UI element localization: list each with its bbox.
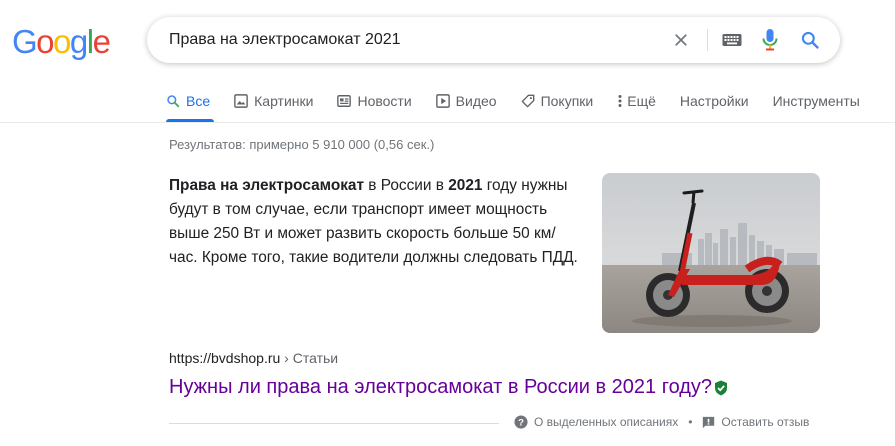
about-featured-snippets-link[interactable]: ? О выделенных описаниях [514,415,678,429]
tab-label: Настройки [679,93,749,109]
tab-label: Все [186,93,211,109]
result-breadcrumb: › Статьи [280,350,339,366]
logo-letter: G [12,23,38,60]
more-vert-icon [618,95,622,107]
feedback-label: Оставить отзыв [721,415,810,429]
featured-snippet-text: Права на электросамокат в России в 2021 … [169,174,579,270]
google-logo[interactable]: Google [12,22,111,62]
tab-video[interactable]: Видео [435,93,497,109]
keyboard-icon [722,34,742,46]
tag-icon [521,94,534,108]
scooter-image [602,173,820,333]
keyboard-button[interactable] [720,28,744,52]
news-icon [337,95,352,107]
logo-letter: o [53,23,71,60]
footer-separator: • [688,415,693,429]
tab-tools[interactable]: Инструменты [773,93,860,109]
tab-label: Инструменты [772,93,860,109]
logo-letter: o [36,23,54,60]
verified-shield-icon [715,380,728,396]
voice-search-button[interactable] [758,28,782,52]
tab-shopping[interactable]: Покупки [521,93,594,109]
video-icon [435,94,450,108]
tab-images[interactable]: Картинки [234,93,313,109]
svg-text:?: ? [518,418,524,429]
image-icon [234,94,248,108]
feedback-link[interactable]: Оставить отзыв [702,415,809,429]
snippet-bold: 2021 [448,177,483,194]
tab-label: Видео [455,93,497,109]
snippet-footer: ? О выделенных описаниях • Оставить отзы… [514,415,809,429]
help-icon: ? [514,415,528,429]
tab-label: Покупки [540,93,594,109]
tab-label: Ещё [627,93,656,109]
result-url[interactable]: https://bvdshop.ru › Статьи [169,350,338,366]
search-tabs: Все Картинки Новости Видео Покупки Ещё Н… [166,91,860,111]
snippet-footer-divider [169,423,499,424]
result-title-text: Нужны ли права на электросамокат в Росси… [169,376,713,398]
search-button[interactable] [798,28,822,52]
snippet-bold: Права на электросамокат [169,177,365,194]
tab-all[interactable]: Все [166,93,210,109]
snippet-thumbnail[interactable] [602,173,820,333]
clear-button[interactable] [669,28,693,52]
snippet-text: в России в [364,177,449,194]
result-title-link[interactable]: Нужны ли права на электросамокат в Росси… [169,374,728,400]
search-icon [801,31,819,49]
search-icon [167,95,180,108]
logo-letter: g [69,23,88,60]
logo-letter: e [92,23,111,60]
feedback-icon [703,416,715,428]
close-icon [675,34,687,46]
tab-settings[interactable]: Настройки [680,93,749,109]
tab-more[interactable]: Ещё [617,93,656,109]
result-domain: https://bvdshop.ru [169,350,281,366]
result-stats: Результатов: примерно 5 910 000 (0,56 се… [169,137,435,152]
search-box[interactable]: Права на электросамокат 2021 [147,17,840,63]
search-input[interactable]: Права на электросамокат 2021 [169,17,401,63]
tab-news[interactable]: Новости [337,93,412,109]
tab-label: Картинки [254,93,314,109]
tabs-divider [0,122,895,123]
microphone-icon [762,29,778,51]
search-divider [707,29,708,51]
about-label: О выделенных описаниях [534,415,679,429]
tab-label: Новости [357,93,412,109]
